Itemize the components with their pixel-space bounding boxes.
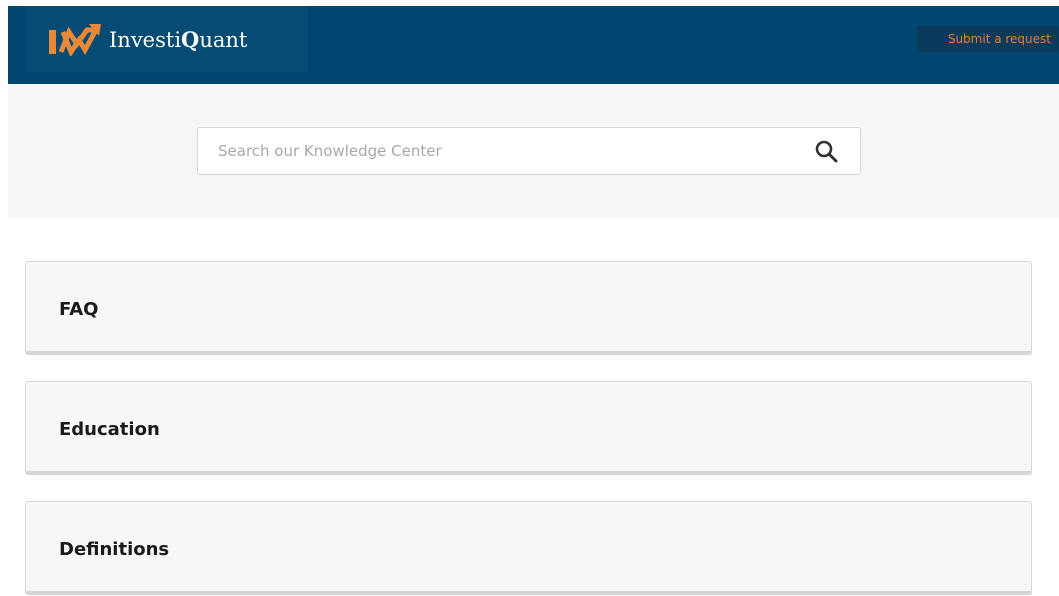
search-input[interactable] [198,128,798,174]
category-faq[interactable]: FAQ [25,261,1032,355]
category-title: FAQ [59,299,99,320]
search-hero [8,84,1059,218]
brand-name-part-2: Q [181,26,200,52]
header: InvestiQuant Submit a request [8,6,1059,84]
brand-name-part-1: Investi [109,27,182,52]
category-title: Education [59,419,160,440]
category-definitions[interactable]: Definitions [25,501,1032,595]
search-box [197,127,861,175]
category-education[interactable]: Education [25,381,1032,475]
logo-mark-icon [49,24,101,56]
brand-logo[interactable]: InvestiQuant [26,6,308,72]
brand-name: InvestiQuant [109,27,247,52]
search-icon[interactable] [814,139,838,163]
brand-name-part-3: uant [199,27,248,52]
submit-request-button[interactable]: Submit a request [917,26,1059,52]
page: InvestiQuant Submit a request FAQ Educat… [0,0,1059,596]
category-title: Definitions [59,539,170,560]
